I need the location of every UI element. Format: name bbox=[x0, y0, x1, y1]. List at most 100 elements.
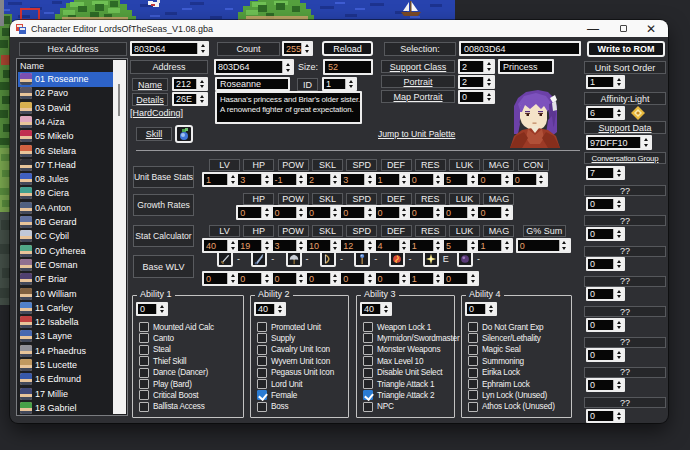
unknown-value-spinner[interactable]: 0 bbox=[586, 378, 625, 392]
stat-value-spinner[interactable]: 0 bbox=[408, 205, 445, 220]
list-item[interactable]: 18 Gabriel bbox=[18, 400, 113, 415]
ability-checkbox-row[interactable]: Female bbox=[257, 390, 346, 401]
anima-icon-button[interactable] bbox=[389, 251, 405, 267]
ability-checkbox-row[interactable]: Canto bbox=[139, 333, 241, 344]
list-item[interactable]: 13 Layne bbox=[18, 329, 113, 344]
list-item[interactable]: 07 T.Head bbox=[18, 157, 113, 172]
stat-value-spinner[interactable]: 0 bbox=[476, 205, 513, 220]
ability-checkbox-row[interactable]: Ephraim Lock bbox=[468, 379, 569, 390]
scrollbar-thumb[interactable] bbox=[118, 84, 120, 116]
portrait-link[interactable]: Portrait bbox=[381, 75, 455, 88]
spinner-down-arrow[interactable] bbox=[275, 309, 284, 314]
checkbox-unchecked[interactable] bbox=[468, 333, 478, 343]
unknown-value-spinner[interactable]: 0 bbox=[586, 197, 625, 211]
list-item[interactable]: 05 Mikelo bbox=[18, 129, 113, 144]
stat-value-spinner[interactable]: 0 bbox=[374, 205, 411, 220]
ability-checkbox-row[interactable]: NPC bbox=[363, 401, 452, 412]
wlv-value-spinner[interactable]: 0 bbox=[305, 271, 342, 286]
spinner-down-arrow[interactable] bbox=[537, 180, 546, 186]
ability-checkbox-row[interactable]: Lyn Lock (Unused) bbox=[468, 390, 569, 401]
hex-address-spinner[interactable]: 803D64 bbox=[130, 41, 209, 56]
map-portrait-link[interactable]: Map Portrait bbox=[381, 90, 455, 103]
bow-icon-button[interactable] bbox=[320, 251, 336, 267]
base-wlv-button[interactable]: Base WLV bbox=[133, 255, 194, 278]
stat-value-spinner[interactable]: 1 bbox=[374, 172, 411, 187]
wlv-value-spinner[interactable]: 0 bbox=[374, 271, 411, 286]
unknown-value-spinner[interactable]: 0 bbox=[586, 348, 625, 362]
spinner-down-arrow[interactable] bbox=[381, 309, 390, 314]
checkbox-unchecked[interactable] bbox=[363, 322, 373, 332]
spinner-down-arrow[interactable] bbox=[560, 246, 569, 252]
details-link[interactable]: Details bbox=[132, 93, 168, 106]
gsum-value-spinner[interactable]: 0 bbox=[516, 238, 571, 253]
spinner-down-arrow[interactable] bbox=[197, 84, 206, 89]
description-box[interactable]: Hasana's princess and Briar's older sist… bbox=[215, 91, 362, 124]
wlv-value-spinner[interactable]: 0 bbox=[236, 271, 273, 286]
spinner-down-arrow[interactable] bbox=[614, 113, 623, 118]
stat-value-spinner[interactable]: 0 bbox=[305, 205, 342, 220]
list-item[interactable]: 01 Roseanne bbox=[18, 72, 113, 87]
ability-value-spinner[interactable]: 40 bbox=[360, 302, 392, 316]
ability-checkbox-row[interactable]: Promoted Unit bbox=[257, 322, 346, 333]
ability-checkbox-row[interactable]: Eirika Lock bbox=[468, 367, 569, 378]
ability-checkbox-row[interactable]: Steal bbox=[139, 344, 241, 355]
spinner-down-arrow[interactable] bbox=[502, 213, 511, 219]
unit-list-scrollbar[interactable] bbox=[113, 60, 126, 414]
stat-value-spinner[interactable]: 0 bbox=[511, 172, 548, 187]
list-item[interactable]: 11 Carley bbox=[18, 300, 113, 315]
ability-checkbox-row[interactable]: Magic Seal bbox=[468, 344, 569, 355]
stat-value-spinner[interactable]: -1 bbox=[271, 172, 308, 187]
ability-checkbox-row[interactable]: Disable Unit Select bbox=[363, 367, 452, 378]
stat-value-spinner[interactable]: 1 bbox=[476, 238, 513, 253]
spinner-down-arrow[interactable] bbox=[365, 279, 374, 285]
checkbox-unchecked[interactable] bbox=[139, 368, 149, 378]
spinner-down-arrow[interactable] bbox=[283, 67, 292, 73]
spinner-down-arrow[interactable] bbox=[197, 99, 206, 104]
selection-input[interactable]: 00803D64 bbox=[459, 41, 581, 56]
spinner-down-arrow[interactable] bbox=[614, 82, 623, 87]
unknown-value-spinner[interactable]: 0 bbox=[586, 409, 625, 423]
list-item[interactable]: 06 Stelara bbox=[18, 143, 113, 158]
checkbox-unchecked[interactable] bbox=[468, 345, 478, 355]
ability-value-spinner[interactable]: 40 bbox=[254, 302, 286, 316]
checkbox-unchecked[interactable] bbox=[468, 402, 478, 412]
name-id-spinner[interactable]: 212 bbox=[172, 77, 208, 91]
hex-address-label[interactable]: Hex Address bbox=[19, 42, 127, 56]
write-to-rom-button[interactable]: Write to ROM bbox=[587, 41, 665, 57]
id-spinner[interactable]: 1 bbox=[322, 77, 357, 91]
stat-value-spinner[interactable]: 0 bbox=[339, 205, 376, 220]
details-spinner[interactable]: 26E bbox=[172, 92, 208, 106]
sword-icon-button[interactable] bbox=[217, 251, 233, 267]
spinner-down-arrow[interactable] bbox=[484, 97, 493, 102]
hardcoding-link[interactable]: [HardCoding] bbox=[130, 108, 183, 118]
checkbox-unchecked[interactable] bbox=[468, 368, 478, 378]
checkbox-unchecked[interactable] bbox=[139, 379, 149, 389]
list-item[interactable]: 12 Isabella bbox=[18, 315, 113, 330]
stat-row-button[interactable]: Stat Calculator bbox=[133, 225, 194, 247]
checkbox-unchecked[interactable] bbox=[363, 379, 373, 389]
spinner-down-arrow[interactable] bbox=[484, 67, 493, 73]
jump-to-unit-palette-link[interactable]: Jump to Unit Palette bbox=[378, 129, 455, 139]
checkbox-unchecked[interactable] bbox=[468, 390, 478, 400]
ability-checkbox-row[interactable]: Boss bbox=[257, 401, 346, 412]
list-item[interactable]: 0A Anton bbox=[18, 200, 113, 215]
checkbox-unchecked[interactable] bbox=[257, 322, 267, 332]
ability-checkbox-row[interactable]: Dance (Dancer) bbox=[139, 367, 241, 378]
map-portrait-spinner[interactable]: 0 bbox=[458, 90, 495, 104]
checkbox-checked[interactable] bbox=[363, 390, 373, 400]
ability-checkbox-row[interactable]: Silencer/Lethality bbox=[468, 333, 569, 344]
ability-checkbox-row[interactable]: Weapon Lock 1 bbox=[363, 322, 452, 333]
list-item[interactable]: 02 Pavo bbox=[18, 86, 113, 101]
unknown-value-spinner[interactable]: 0 bbox=[586, 257, 625, 271]
ability-checkbox-row[interactable]: Critical Boost bbox=[139, 390, 241, 401]
checkbox-unchecked[interactable] bbox=[363, 368, 373, 378]
checkbox-unchecked[interactable] bbox=[257, 333, 267, 343]
list-item[interactable]: 0B Gerard bbox=[18, 215, 113, 230]
ability-checkbox-row[interactable]: Triangle Attack 2 bbox=[363, 390, 452, 401]
list-item[interactable]: 15 Lucette bbox=[18, 358, 113, 373]
reload-button[interactable]: Reload bbox=[322, 41, 373, 56]
spinner-down-arrow[interactable] bbox=[614, 325, 623, 330]
spinner-down-arrow[interactable] bbox=[302, 49, 311, 55]
checkbox-unchecked[interactable] bbox=[257, 345, 267, 355]
conversation-group-link[interactable]: Conversation Group bbox=[584, 152, 666, 164]
